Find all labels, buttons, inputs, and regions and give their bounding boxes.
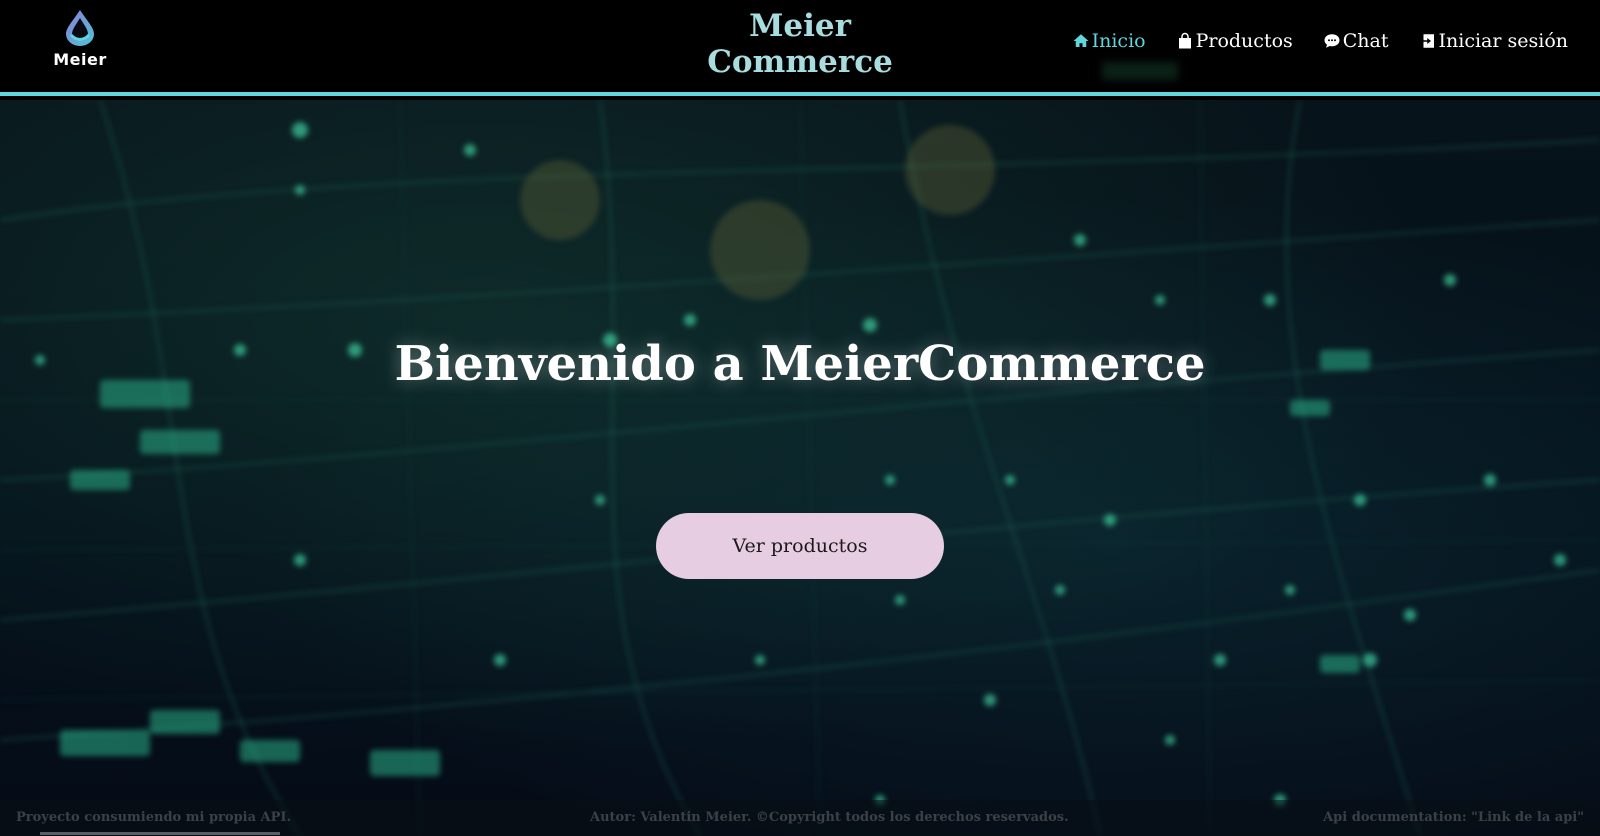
main-nav: Inicio Productos Chat Iniciar sesión xyxy=(1072,30,1568,52)
home-icon xyxy=(1073,34,1089,47)
page: Meier Meier Commerce Inicio Productos Ch… xyxy=(0,0,1600,836)
footer: Proyecto consumiendo mi propia API. Auto… xyxy=(0,800,1600,836)
nav-productos-label: Productos xyxy=(1195,30,1293,52)
nav-productos[interactable]: Productos xyxy=(1176,30,1293,52)
chat-icon xyxy=(1324,34,1340,48)
view-products-button[interactable]: Ver productos xyxy=(656,513,944,579)
nav-iniciar-sesion[interactable]: Iniciar sesión xyxy=(1419,30,1568,52)
footer-api-link[interactable]: Api documentation: "Link de la api" xyxy=(1323,810,1584,825)
network-background-image xyxy=(0,100,1600,836)
login-icon xyxy=(1420,34,1434,48)
active-nav-highlight xyxy=(1102,62,1178,80)
hero-title: Bienvenido a MeierCommerce xyxy=(394,336,1206,392)
nav-inicio-label: Inicio xyxy=(1091,30,1146,52)
nav-iniciar-sesion-label: Iniciar sesión xyxy=(1438,30,1568,52)
footer-project-text: Proyecto consumiendo mi propia API. xyxy=(16,810,292,825)
drop-logo-icon xyxy=(66,10,94,46)
brand-title: Meier Commerce xyxy=(650,8,950,80)
logo-text: Meier xyxy=(53,50,107,69)
top-navbar: Meier Meier Commerce Inicio Productos Ch… xyxy=(0,0,1600,96)
nav-inicio[interactable]: Inicio xyxy=(1072,30,1146,52)
brand-line-2: Commerce xyxy=(707,44,893,80)
nav-chat[interactable]: Chat xyxy=(1323,30,1389,52)
horizontal-scrollbar[interactable] xyxy=(40,832,280,835)
nav-chat-label: Chat xyxy=(1342,30,1389,52)
footer-copyright-text: Autor: Valentin Meier. ©Copyright todos … xyxy=(590,810,1069,825)
brand-line-1: Meier xyxy=(749,8,851,44)
hero-section: Bienvenido a MeierCommerce Ver productos xyxy=(0,100,1600,836)
site-logo[interactable]: Meier xyxy=(44,8,116,72)
shopping-bag-icon xyxy=(1178,32,1191,49)
